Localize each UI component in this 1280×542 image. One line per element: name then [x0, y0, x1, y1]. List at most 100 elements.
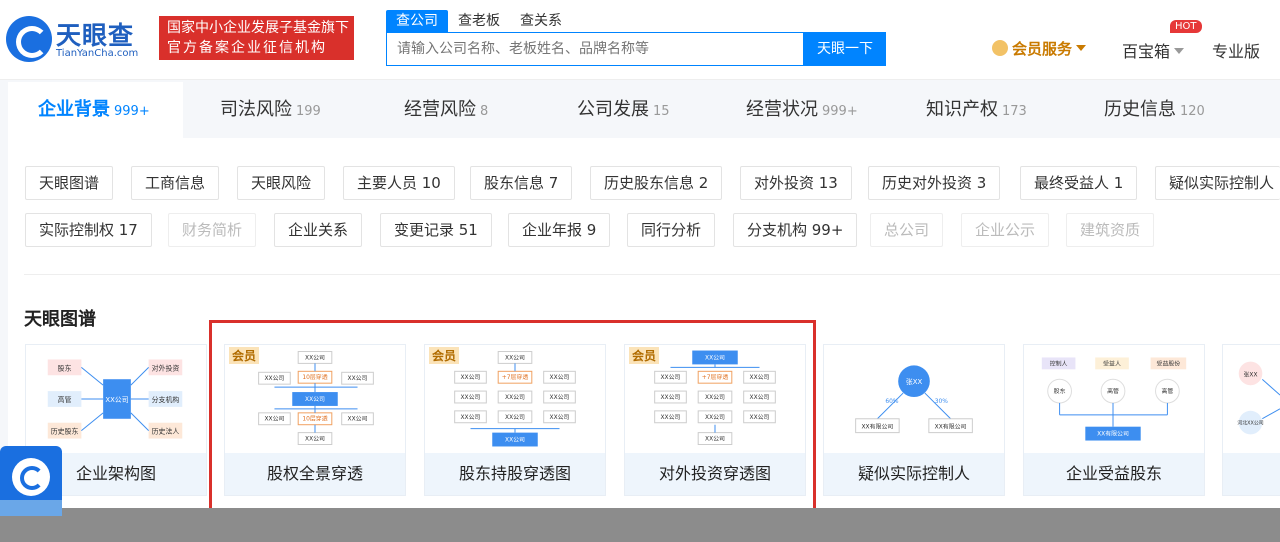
search-box	[386, 32, 804, 66]
chip-actual-control[interactable]: 实际控制权 17	[25, 213, 152, 247]
tab-label: 知识产权	[926, 99, 998, 120]
chip-tianyan-graph[interactable]: 天眼图谱	[25, 166, 114, 200]
chip-history-investment[interactable]: 历史对外投资 3	[868, 166, 1001, 200]
hot-badge: HOT	[1170, 20, 1202, 33]
svg-text:高管: 高管	[1107, 387, 1119, 395]
card-label: 疑似实际控制人	[824, 453, 1004, 495]
tab-history-info[interactable]: 历史信息 120	[1104, 82, 1205, 138]
svg-text:张XX: 张XX	[1244, 370, 1258, 378]
svg-text:控制人: 控制人	[1050, 359, 1068, 367]
tab-operation-status[interactable]: 经营状况 999+	[746, 82, 858, 138]
tab-count: 199	[296, 104, 321, 119]
chip-suspected-controller[interactable]: 疑似实际控制人	[1155, 166, 1280, 200]
svg-text:高管: 高管	[1161, 387, 1173, 395]
tab-label: 公司发展	[577, 99, 649, 120]
chip-enterprise-relation[interactable]: 企业关系	[274, 213, 363, 247]
svg-text:XX有限公司: XX有限公司	[1097, 430, 1129, 438]
card-label: 企业受益股东	[1024, 453, 1204, 495]
chip-change-record[interactable]: 变更记录 51	[380, 213, 492, 247]
pro-version-link[interactable]: 专业版	[1212, 38, 1260, 62]
top-header: 天眼查 TianYanCha.com 国家中小企业发展子基金旗下 官方备案企业征…	[0, 0, 1280, 80]
main-category-tabs: 企业背景 999+ 司法风险 199 经营风险 8 公司发展 15 经营状况 999+ 知…	[8, 82, 1280, 138]
svg-text:股东: 股东	[58, 363, 72, 372]
chip-tianyan-risk[interactable]: 天眼风险	[237, 166, 326, 200]
tab-intellectual-property[interactable]: 知识产权 173	[926, 82, 1027, 138]
vip-service-menu[interactable]: 会员服务	[992, 38, 1087, 59]
chevron-down-icon	[1076, 45, 1087, 51]
svg-text:张XX: 张XX	[906, 377, 923, 386]
logo-eye-icon	[12, 458, 50, 496]
tab-label: 经营风险	[404, 99, 476, 120]
svg-text:河北XX公司: 河北XX公司	[1237, 420, 1263, 427]
card-suspected-controller[interactable]: 张XX 60% 30% XX有限公司 XX有限公司 疑似实际控制人	[823, 344, 1005, 496]
crown-icon	[992, 40, 1008, 56]
svg-text:XX公司: XX公司	[105, 396, 128, 404]
toolbox-label: 百宝箱	[1122, 42, 1171, 61]
chevron-down-icon	[1174, 48, 1185, 54]
chip-head-office: 总公司	[870, 213, 944, 247]
chip-financial-analysis: 财务简析	[168, 213, 257, 247]
tianyancha-logo[interactable]: 天眼查 TianYanCha.com	[6, 16, 156, 64]
enterprise-structure-diagram: XX公司 股东 高管 历史股东 对外投资 分支机构 历史法人	[47, 359, 183, 439]
tab-company-background[interactable]: 企业背景 999+	[8, 82, 183, 138]
tab-count: 15	[653, 104, 670, 119]
logo-domain: TianYanCha.com	[56, 48, 139, 59]
svg-text:对外投资: 对外投资	[152, 363, 180, 372]
chip-shareholder-info[interactable]: 股东信息 7	[470, 166, 573, 200]
bottom-overlay-bar	[0, 508, 1280, 542]
card-label	[1223, 453, 1280, 495]
search-tab-company[interactable]: 查公司	[386, 10, 448, 32]
logo-eye-icon	[6, 16, 52, 62]
tab-count: 120	[1180, 104, 1205, 119]
tab-legal-risk[interactable]: 司法风险 199	[220, 82, 321, 138]
tab-label: 司法风险	[220, 99, 292, 120]
tab-label: 历史信息	[1104, 99, 1176, 120]
vip-service-label: 会员服务	[1012, 40, 1073, 58]
chip-ultimate-beneficiary[interactable]: 最终受益人 1	[1020, 166, 1138, 200]
chip-annual-report[interactable]: 企业年报 9	[508, 213, 611, 247]
tab-label: 经营状况	[746, 99, 818, 120]
toolbox-menu[interactable]: 百宝箱	[1122, 38, 1185, 62]
suspected-controller-diagram: 张XX 60% 30% XX有限公司 XX有限公司	[855, 365, 973, 434]
svg-text:历史股东: 历史股东	[51, 427, 79, 436]
tab-count: 173	[1002, 104, 1027, 119]
svg-text:XX有限公司: XX有限公司	[862, 423, 894, 431]
logo-text: 天眼查	[56, 21, 135, 50]
tab-count: 8	[480, 104, 489, 119]
beneficial-shareholder-diagram: 控制人 受益人 受益股份 股东 高管 高管 XX有限公司	[1041, 357, 1187, 441]
tab-operation-risk[interactable]: 经营风险 8	[404, 82, 488, 138]
chip-outbound-investment[interactable]: 对外投资 13	[740, 166, 852, 200]
svg-text:XX有限公司: XX有限公司	[935, 423, 967, 431]
chip-construction-qualification: 建筑资质	[1066, 213, 1155, 247]
slogan-line2: 官方备案企业征信机构	[167, 40, 327, 56]
svg-text:受益人: 受益人	[1103, 359, 1121, 367]
slogan-banner: 国家中小企业发展子基金旗下 官方备案企业征信机构	[159, 16, 354, 60]
tab-count: 999+	[114, 104, 150, 119]
svg-text:30%: 30%	[935, 398, 949, 405]
chip-enterprise-disclosure: 企业公示	[961, 213, 1050, 247]
chip-history-shareholder[interactable]: 历史股东信息 2	[590, 166, 723, 200]
search-button[interactable]: 天眼一下	[804, 32, 886, 66]
floating-widget-footer[interactable]	[0, 500, 62, 516]
slogan-line1: 国家中小企业发展子基金旗下	[167, 20, 349, 36]
search-input[interactable]	[387, 33, 803, 65]
svg-text:历史法人: 历史法人	[152, 427, 180, 436]
partial-diagram: 张XX 河北XX公司	[1237, 361, 1280, 435]
section-title: 天眼图谱	[24, 309, 96, 330]
card-beneficial-shareholder[interactable]: 控制人 受益人 受益股份 股东 高管 高管 XX有限公司 企业受益股东	[1023, 344, 1205, 496]
search-tab-relation[interactable]: 查关系	[510, 10, 572, 32]
search-tab-boss[interactable]: 查老板	[448, 10, 510, 32]
card-partial-next[interactable]: 张XX 河北XX公司	[1222, 344, 1280, 496]
tab-count: 999+	[822, 104, 858, 119]
tab-label: 企业背景	[38, 99, 110, 120]
chip-key-personnel[interactable]: 主要人员 10	[343, 166, 455, 200]
chip-business-info[interactable]: 工商信息	[131, 166, 220, 200]
svg-text:股东: 股东	[1054, 387, 1066, 395]
chip-branches[interactable]: 分支机构 99+	[733, 213, 858, 247]
svg-text:分支机构: 分支机构	[152, 395, 180, 404]
highlight-frame	[209, 320, 816, 519]
svg-text:60%: 60%	[885, 398, 899, 405]
section-divider	[24, 274, 1280, 275]
tab-company-development[interactable]: 公司发展 15	[577, 82, 670, 138]
chip-peer-analysis[interactable]: 同行分析	[627, 213, 716, 247]
